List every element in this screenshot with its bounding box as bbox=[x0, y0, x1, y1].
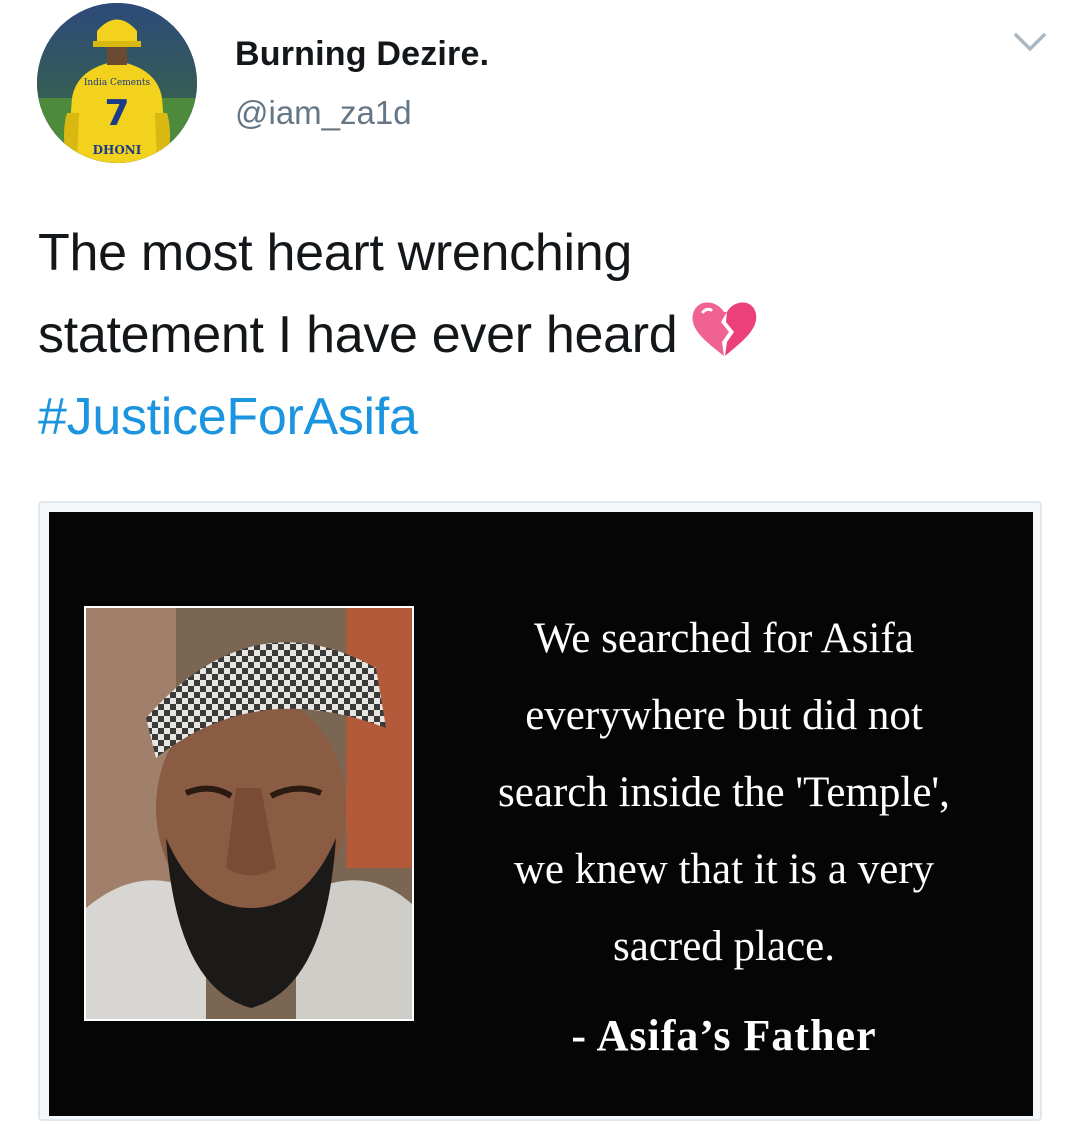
chevron-down-icon[interactable] bbox=[1012, 30, 1048, 54]
quote-image[interactable]: We searched for Asifa everywhere but did… bbox=[49, 512, 1033, 1116]
tweet-text-line-1: The most heart wrenching bbox=[38, 224, 632, 282]
author-handle[interactable]: @iam_za1d bbox=[235, 94, 412, 132]
broken-heart-icon bbox=[689, 298, 759, 360]
media-card[interactable]: We searched for Asifa everywhere but did… bbox=[38, 501, 1042, 1121]
tweet-text: The most heart wrenching statement I hav… bbox=[38, 212, 1038, 458]
avatar-jersey-text: India Cements bbox=[84, 78, 151, 88]
tweet-header: India Cements 7 DHONI Burning Dezire. @i… bbox=[0, 0, 1080, 180]
hashtag-link[interactable]: #JusticeForAsifa bbox=[38, 388, 418, 446]
quote-line: we knew that it is a very bbox=[513, 846, 935, 893]
quote-line: search inside the 'Temple', bbox=[498, 769, 950, 816]
avatar-image: India Cements 7 DHONI bbox=[37, 3, 197, 163]
author-avatar[interactable]: India Cements 7 DHONI bbox=[37, 3, 197, 163]
tweet-text-line-2-wrapper: statement I have ever heard bbox=[38, 294, 1038, 376]
tweet-hashtag-line: #JusticeForAsifa bbox=[38, 376, 1038, 458]
quote-line: We searched for Asifa bbox=[534, 615, 914, 662]
quote-text: We searched for Asifa everywhere but did… bbox=[454, 600, 994, 985]
author-display-name[interactable]: Burning Dezire. bbox=[235, 35, 489, 74]
quote-line: everywhere but did not bbox=[525, 692, 923, 739]
father-photo bbox=[84, 606, 414, 1021]
quote-line: sacred place. bbox=[612, 923, 835, 970]
avatar-jersey-name: DHONI bbox=[93, 143, 142, 157]
quote-attribution: - Asifa’s Father bbox=[571, 1011, 877, 1060]
tweet-text-line-2: statement I have ever heard bbox=[38, 306, 678, 364]
avatar-jersey-number: 7 bbox=[104, 93, 129, 134]
